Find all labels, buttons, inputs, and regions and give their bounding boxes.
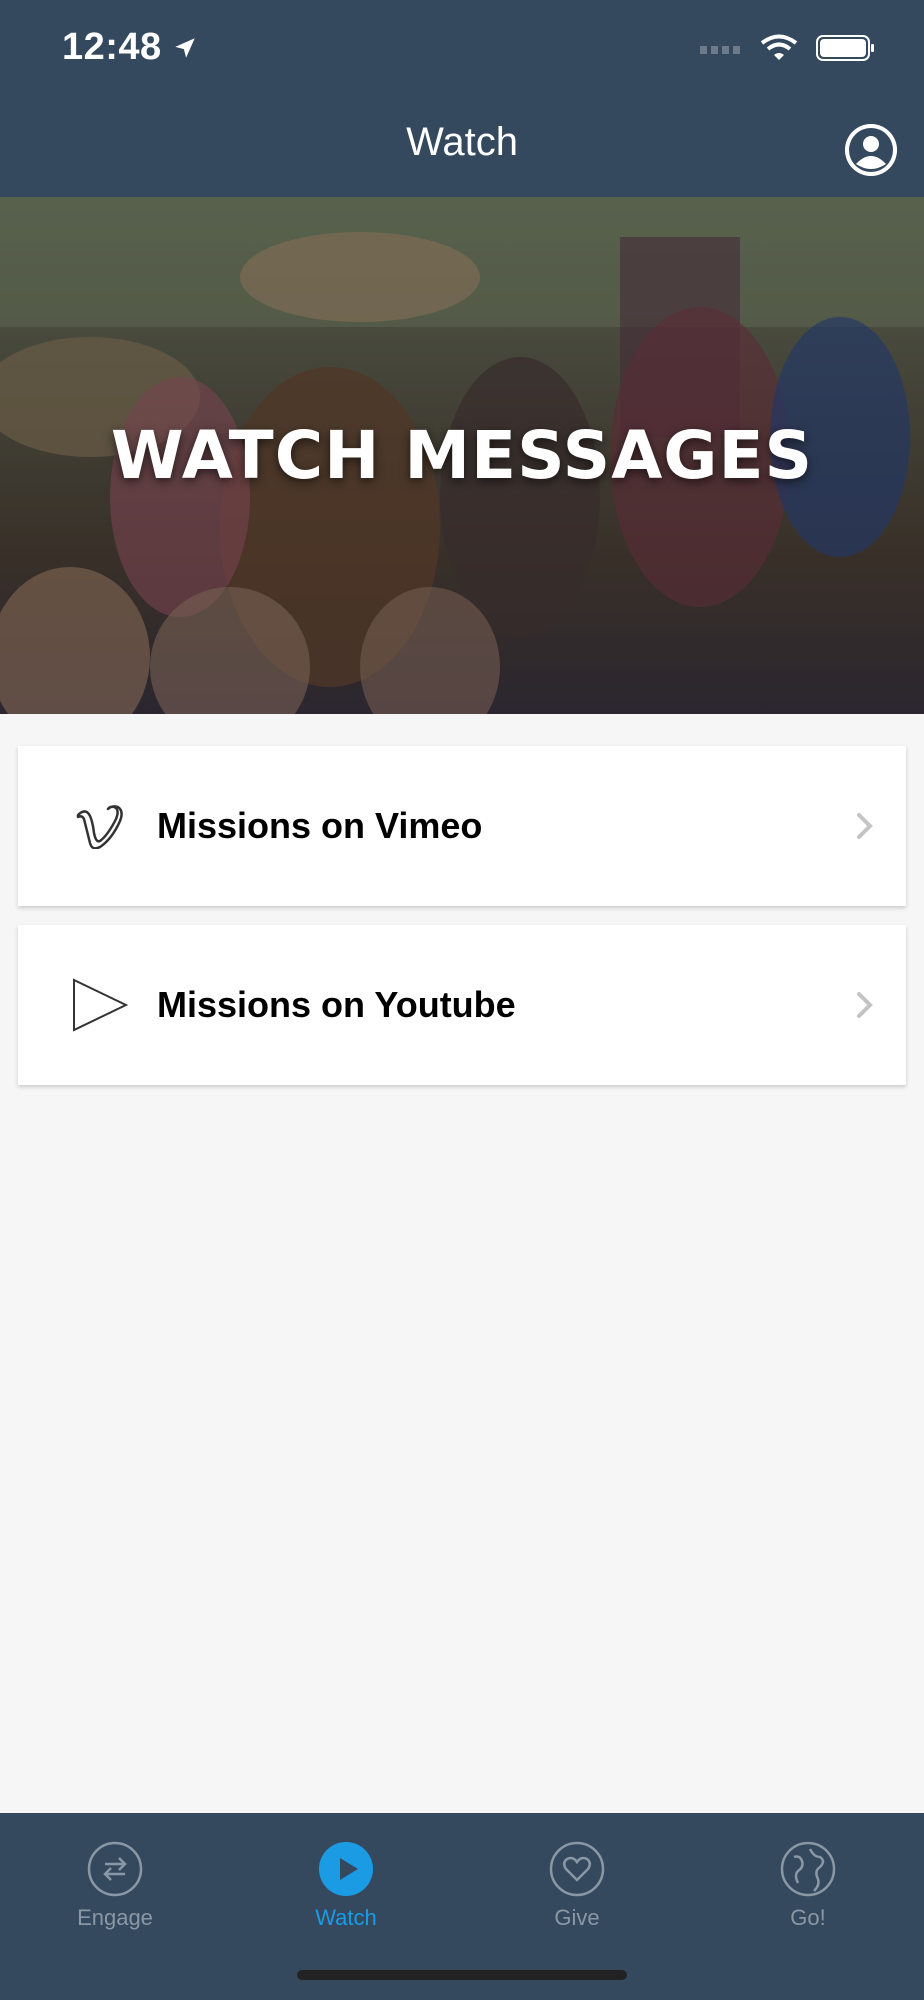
vimeo-icon: [60, 803, 140, 849]
location-arrow-icon: [174, 37, 195, 58]
top-bar: 12:48 Watch: [0, 0, 924, 197]
user-circle-icon: [845, 124, 897, 176]
tab-label: Give: [554, 1905, 600, 1930]
status-time: 12:48: [62, 26, 198, 69]
home-indicator: [297, 1970, 627, 1980]
tab-go[interactable]: Go!: [728, 1827, 888, 1931]
cellular-signal-icon: [700, 46, 740, 54]
swap-arrows-icon: [87, 1841, 143, 1897]
page-title: Watch: [406, 120, 518, 164]
menu-item-label: Missions on Vimeo: [157, 805, 483, 846]
hero-banner: WATCH MESSAGES: [0, 197, 924, 714]
menu-item-youtube[interactable]: Missions on Youtube: [18, 925, 906, 1085]
chevron-right-icon: [857, 813, 873, 839]
menu-item-label: Missions on Youtube: [157, 984, 516, 1025]
tab-engage[interactable]: Engage: [35, 1827, 195, 1931]
tab-label: Engage: [77, 1905, 153, 1930]
status-indicators: [700, 34, 876, 62]
tab-label: Watch: [315, 1905, 377, 1930]
chevron-right-icon: [857, 992, 873, 1018]
tab-watch[interactable]: Watch: [266, 1827, 426, 1931]
globe-icon: [780, 1841, 836, 1897]
heart-icon: [549, 1841, 605, 1897]
play-icon: [60, 977, 140, 1033]
play-icon: [319, 1842, 373, 1896]
menu-item-vimeo[interactable]: Missions on Vimeo: [18, 746, 906, 906]
battery-icon: [816, 35, 874, 61]
tab-label: Go!: [790, 1905, 826, 1930]
tab-give[interactable]: Give: [497, 1827, 657, 1931]
status-time-text: 12:48: [62, 26, 162, 68]
profile-button[interactable]: [845, 124, 897, 176]
wifi-icon: [760, 34, 798, 60]
hero-title: WATCH MESSAGES: [110, 417, 814, 494]
